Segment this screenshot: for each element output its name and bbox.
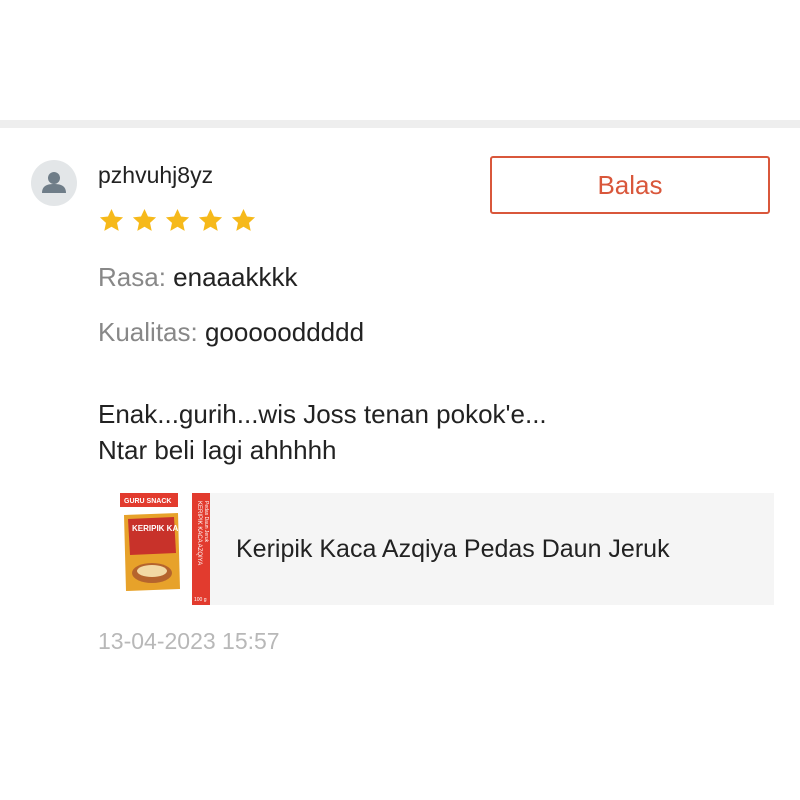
star-icon xyxy=(231,209,256,231)
attribute-rasa: Rasa: enaaakkkk xyxy=(98,262,297,293)
star-rating xyxy=(98,207,257,234)
svg-text:100 g: 100 g xyxy=(194,597,207,603)
user-avatar xyxy=(31,160,77,206)
star-icon xyxy=(132,209,157,231)
section-divider xyxy=(0,120,800,128)
product-thumbnail: GURU SNACK KERIPIK KACA AZQIYA KERIPIK K… xyxy=(118,493,221,605)
svg-text:GURU SNACK: GURU SNACK xyxy=(124,498,171,505)
review-comment: Enak...gurih...wis Joss tenan pokok'e...… xyxy=(98,396,547,468)
product-name: Keripik Kaca Azqiya Pedas Daun Jeruk xyxy=(236,534,670,563)
star-icon xyxy=(99,209,124,231)
reply-button[interactable]: Balas xyxy=(490,156,770,214)
person-icon xyxy=(42,172,66,193)
svg-text:Pedas Daun Jeruk: Pedas Daun Jeruk xyxy=(203,501,209,543)
attribute-kualitas: Kualitas: goooooddddd xyxy=(98,317,364,348)
reviewer-username: pzhvuhj8yz xyxy=(98,162,214,188)
attribute-value: goooooddddd xyxy=(204,317,365,347)
product-card[interactable]: GURU SNACK KERIPIK KACA AZQIYA KERIPIK K… xyxy=(118,493,774,605)
attribute-value: enaaakkkk xyxy=(173,262,298,292)
attribute-key: Kualitas: xyxy=(98,317,198,347)
comment-line: Enak...gurih...wis Joss tenan pokok'e... xyxy=(98,399,547,429)
review-timestamp: 13-04-2023 15:57 xyxy=(98,628,280,654)
attribute-key: Rasa: xyxy=(98,262,166,292)
star-icon xyxy=(165,209,190,231)
svg-text:KERIPIK KACA AZQIYA: KERIPIK KACA AZQIYA xyxy=(196,501,202,565)
comment-line: Ntar beli lagi ahhhhh xyxy=(98,435,337,465)
star-icon xyxy=(198,209,223,231)
